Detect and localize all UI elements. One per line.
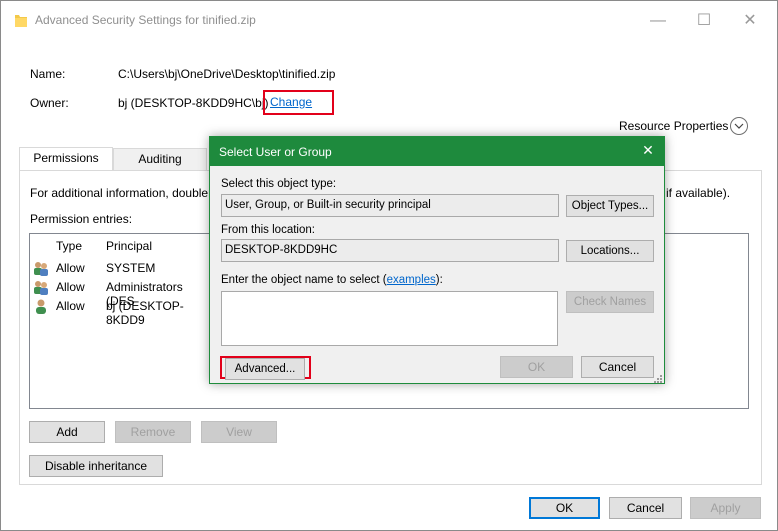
table-row[interactable]: Allow SYSTEM (31, 260, 211, 278)
check-names-button[interactable]: Check Names (566, 291, 654, 313)
ok-button[interactable]: OK (529, 497, 600, 519)
enter-object-name-label: Enter the object name to select (example… (221, 274, 443, 286)
row-principal: SYSTEM (106, 261, 156, 275)
minimize-button[interactable]: — (635, 1, 681, 41)
select-user-or-group-dialog: Select User or Group ✕ Select this objec… (209, 136, 665, 384)
table-row[interactable]: Allow Administrators (DES (31, 279, 211, 308)
dialog-close-button[interactable]: ✕ (636, 142, 660, 159)
close-button[interactable]: ✕ (727, 1, 773, 41)
apply-button[interactable]: Apply (690, 497, 761, 519)
tab-auditing[interactable]: Auditing (113, 148, 207, 170)
location-field: DESKTOP-8KDD9HC (221, 239, 559, 262)
enter-label-prefix: Enter the object name to select ( (221, 274, 387, 286)
examples-link[interactable]: examples (387, 274, 436, 286)
info-text-right: if available). (666, 186, 731, 200)
row-type: Allow (56, 280, 85, 294)
owner-label: Owner: (30, 96, 69, 110)
column-header-principal[interactable]: Principal (106, 239, 152, 253)
dialog-ok-button[interactable]: OK (500, 356, 573, 378)
tab-permissions[interactable]: Permissions (19, 147, 113, 171)
row-type: Allow (56, 299, 85, 313)
maximize-button[interactable]: ☐ (681, 1, 727, 41)
row-principal: bj (DESKTOP-8KDD9 (106, 299, 184, 327)
table-row[interactable]: Allow bj (DESKTOP-8KDD9 (31, 298, 211, 327)
locations-button[interactable]: Locations... (566, 240, 654, 262)
chevron-down-icon[interactable] (730, 117, 748, 135)
resize-grip-icon[interactable] (653, 373, 663, 387)
dialog-title: Select User or Group (219, 145, 332, 159)
location-label: From this location: (221, 224, 315, 236)
tab-auditing-label: Auditing (138, 152, 182, 166)
object-type-field: User, Group, or Built-in security princi… (221, 194, 559, 217)
name-value: C:\Users\bj\OneDrive\Desktop\tinified.zi… (118, 67, 336, 81)
name-label: Name: (30, 67, 66, 81)
permission-entries-label: Permission entries: (30, 212, 133, 226)
disable-inheritance-button[interactable]: Disable inheritance (29, 455, 163, 477)
info-text-left: For additional information, double (30, 186, 209, 200)
window-title: Advanced Security Settings for tinified.… (35, 13, 256, 27)
advanced-security-window: Advanced Security Settings for tinified.… (0, 0, 778, 531)
resource-properties-label: Resource Properties (619, 119, 729, 133)
add-button[interactable]: Add (29, 421, 105, 443)
row-type: Allow (56, 261, 85, 275)
change-owner-link[interactable]: Change (270, 95, 312, 109)
column-header-type[interactable]: Type (56, 239, 82, 253)
user-icon (33, 298, 49, 314)
cancel-button[interactable]: Cancel (609, 497, 682, 519)
object-name-input[interactable] (221, 291, 558, 346)
tab-permissions-label: Permissions (33, 151, 99, 165)
dialog-title-bar: Select User or Group ✕ (210, 137, 664, 166)
view-button[interactable]: View (201, 421, 277, 443)
object-types-button[interactable]: Object Types... (566, 195, 654, 217)
enter-label-suffix: ): (435, 274, 443, 286)
title-bar: Advanced Security Settings for tinified.… (1, 1, 777, 41)
folder-icon (15, 14, 27, 30)
advanced-button[interactable]: Advanced... (225, 358, 305, 380)
owner-value: bj (DESKTOP-8KDD9HC\bj) (118, 96, 269, 110)
object-type-label: Select this object type: (221, 178, 337, 190)
remove-button[interactable]: Remove (115, 421, 191, 443)
group-icon (33, 279, 49, 295)
dialog-cancel-button[interactable]: Cancel (581, 356, 654, 378)
group-icon (33, 260, 49, 276)
